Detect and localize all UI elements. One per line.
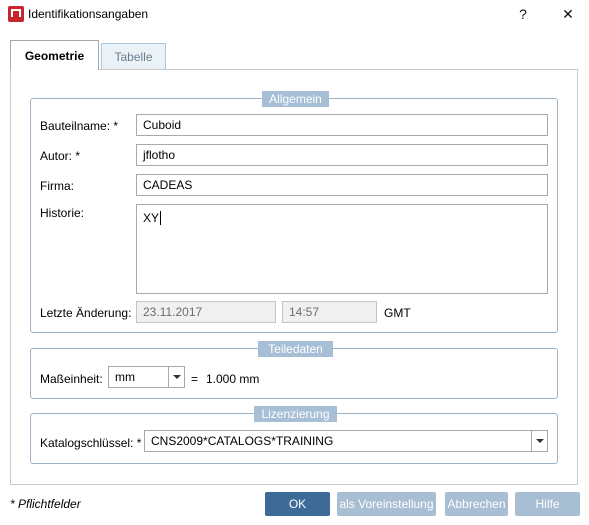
katalogschluessel-label: Katalogschlüssel: * [40, 436, 142, 450]
katalog-select-value: CNS2009*CATALOGS*TRAINING [151, 434, 334, 448]
historie-text: XY [143, 211, 160, 225]
cancel-button[interactable]: Abbrechen [445, 492, 508, 516]
letzte-aenderung-label: Letzte Änderung: [40, 306, 132, 320]
historie-textarea[interactable]: XY [136, 204, 548, 294]
katalog-select[interactable]: CNS2009*CATALOGS*TRAINING [144, 430, 548, 452]
unit-select-value: mm [115, 370, 135, 384]
bauteilname-input[interactable]: Cuboid [136, 114, 548, 136]
firma-label: Firma: [40, 179, 74, 193]
text-caret [160, 211, 162, 225]
tab-tabelle[interactable]: Tabelle [101, 43, 166, 69]
close-icon[interactable]: ✕ [556, 3, 580, 25]
conversion-value: 1.000 mm [206, 372, 260, 386]
required-fields-note: * Pflichtfelder [10, 497, 81, 511]
unit-select[interactable]: mm [108, 366, 185, 388]
legend-teiledaten: Teiledaten [258, 341, 333, 357]
time-field: 14:57 [282, 301, 377, 323]
equals-sign: = [191, 372, 199, 386]
ok-button[interactable]: OK [265, 492, 330, 516]
masseinheit-label: Maßeinheit: [40, 372, 103, 386]
help-icon[interactable]: ? [511, 3, 535, 25]
firma-input[interactable]: CADEAS [136, 174, 548, 196]
legend-allgemein: Allgemein [262, 91, 329, 107]
autor-input[interactable]: jflotho [136, 144, 548, 166]
timezone-label: GMT [384, 306, 411, 320]
legend-lizenzierung: Lizenzierung [254, 406, 337, 422]
app-icon [8, 6, 24, 22]
chevron-down-icon[interactable] [168, 367, 184, 387]
chevron-down-icon[interactable] [531, 431, 547, 451]
set-default-button[interactable]: als Voreinstellung [337, 492, 436, 516]
historie-label: Historie: [40, 206, 85, 220]
help-button[interactable]: Hilfe [515, 492, 580, 516]
bauteilname-label: Bauteilname: * [40, 119, 119, 133]
autor-label: Autor: * [40, 149, 81, 163]
date-field: 23.11.2017 [136, 301, 276, 323]
window-title: Identifikationsangaben [28, 7, 149, 21]
tab-geometrie[interactable]: Geometrie [10, 40, 99, 70]
